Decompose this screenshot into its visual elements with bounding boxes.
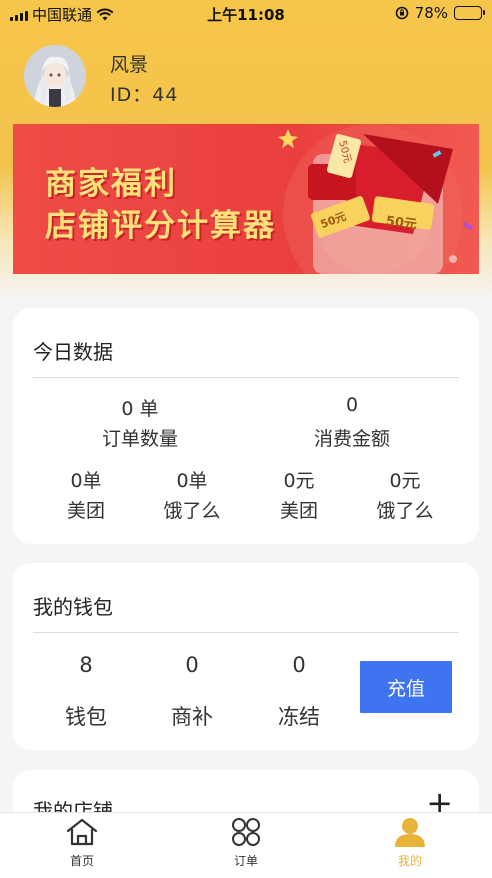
wallet-balance-value: 8 xyxy=(79,653,93,677)
home-icon xyxy=(66,818,98,846)
merchant-subsidy-value: 0 xyxy=(185,653,199,677)
grid-icon xyxy=(232,818,260,846)
battery-icon xyxy=(454,6,485,20)
eleme-orders-value: 0单 xyxy=(176,470,208,492)
eleme-spend-value: 0元 xyxy=(389,470,421,492)
frozen-value: 0 xyxy=(292,653,306,677)
today-divider xyxy=(33,377,459,378)
orders-value: 0 单 xyxy=(121,398,159,420)
banner-line1: 商家福利 xyxy=(45,166,177,202)
banner-line2: 店铺评分计算器 xyxy=(45,208,276,244)
wallet-card-title: 我的钱包 xyxy=(33,595,113,619)
bottom-tab-bar: 首页 订单 我的 xyxy=(0,812,492,878)
eleme-orders-label: 饿了么 xyxy=(163,500,221,522)
spend-label: 消费金额 xyxy=(313,428,390,450)
meituan-spend-label: 美团 xyxy=(279,500,318,522)
battery-percent: 78% xyxy=(414,4,448,22)
wallet-card: 我的钱包 8 钱包 0 商补 0 冻结 充值 xyxy=(13,563,479,750)
wallet-divider xyxy=(33,632,459,633)
rotation-lock-icon xyxy=(395,6,408,20)
avatar[interactable] xyxy=(24,45,86,107)
tab-mine[interactable]: 我的 xyxy=(370,817,450,869)
eleme-spend-label: 饿了么 xyxy=(376,500,434,522)
tab-orders[interactable]: 订单 xyxy=(206,817,286,869)
wallet-balance-label[interactable]: 钱包 xyxy=(46,701,126,731)
spend-value: 0 xyxy=(345,394,359,416)
tab-orders-label: 订单 xyxy=(233,854,258,868)
meituan-spend-value: 0元 xyxy=(283,470,315,492)
user-id: ID：44 xyxy=(110,84,179,106)
status-right: 78% xyxy=(395,4,485,22)
merchant-subsidy-label[interactable]: 商补 xyxy=(152,701,232,731)
orders-label: 订单数量 xyxy=(101,428,178,450)
meituan-orders-label: 美团 xyxy=(66,500,105,522)
recharge-button[interactable]: 充值 xyxy=(360,661,452,713)
today-data-card: 今日数据 0 单 订单数量 0 消费金额 0单 美团 0单 饿了么 0元 美团 … xyxy=(13,308,479,544)
status-bar: 中国联通 上午11:08 78% xyxy=(0,0,492,28)
tab-mine-label: 我的 xyxy=(397,854,422,868)
user-name: 风景 xyxy=(110,54,149,76)
frozen-label[interactable]: 冻结 xyxy=(259,701,339,731)
meituan-orders-value: 0单 xyxy=(70,470,102,492)
promo-banner[interactable]: 商家福利 店铺评分计算器 50元 50元 50元 xyxy=(13,124,479,274)
tab-home[interactable]: 首页 xyxy=(42,817,122,869)
user-icon xyxy=(395,818,425,847)
tab-home-label: 首页 xyxy=(69,854,94,868)
today-card-title: 今日数据 xyxy=(33,340,113,364)
